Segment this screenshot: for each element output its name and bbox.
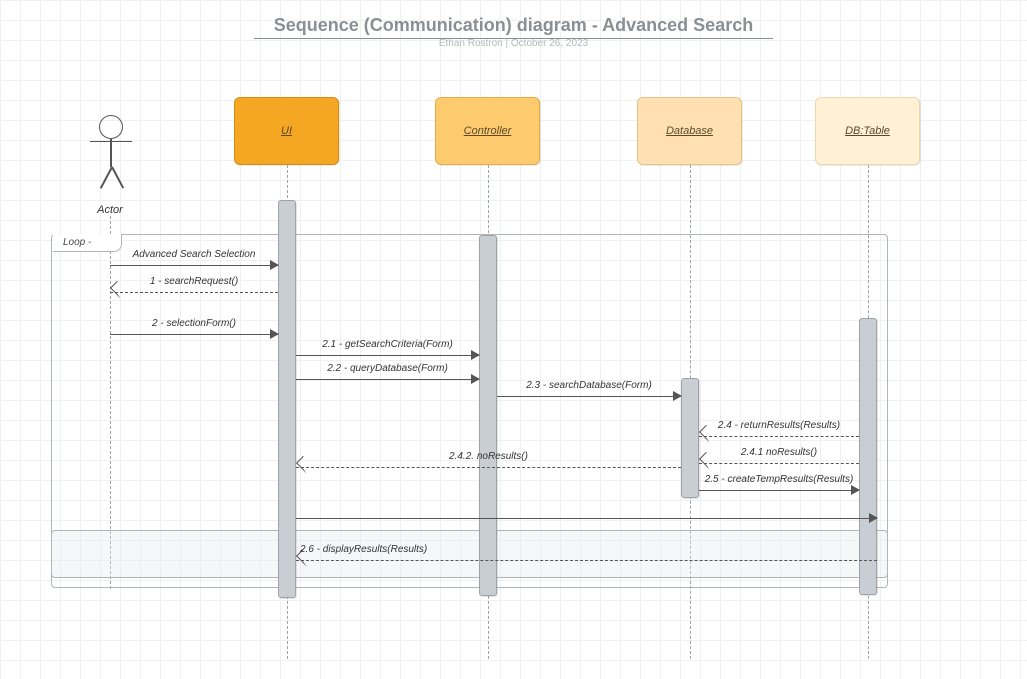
diagram-title: Sequence (Communication) diagram - Advan…	[0, 15, 1027, 39]
msg-no-results-241[interactable]: 2.4.1 noResults()	[699, 453, 859, 467]
activation-controller[interactable]	[479, 235, 497, 596]
msg-label: 2.2 - queryDatabase(Form)	[296, 363, 479, 374]
msg-label: 2 - selectionForm()	[110, 318, 278, 329]
msg-create-temp-results[interactable]: 2.5 - createTempResults(Results)	[699, 480, 859, 494]
lifeline-controller[interactable]: Controller	[435, 97, 540, 165]
msg-label: Advanced Search Selection	[110, 249, 278, 260]
msg-label: 2.4.2. noResults()	[296, 451, 681, 462]
diagram-subtitle: Ethan Rostron | October 26, 2023	[0, 38, 1027, 49]
activation-database[interactable]	[681, 378, 699, 498]
msg-search-database[interactable]: 2.3 - searchDatabase(Form)	[497, 386, 681, 400]
msg-advanced-search-selection[interactable]: Advanced Search Selection	[110, 255, 278, 269]
msg-display-results[interactable]: 2.6 - displayResults(Results)	[296, 550, 877, 564]
msg-selection-form[interactable]: 2 - selectionForm()	[110, 324, 278, 338]
msg-label: 2.6 - displayResults(Results)	[300, 544, 877, 555]
msg-return-results[interactable]: 2.4 - returnResults(Results)	[699, 426, 859, 440]
lifeline-dbtable[interactable]: DB:Table	[815, 97, 920, 165]
msg-label: 2.1 - getSearchCriteria(Form)	[296, 339, 479, 350]
msg-label: 2.4.1 noResults()	[699, 447, 859, 458]
actor-label: Actor	[80, 204, 140, 216]
msg-no-results-242[interactable]: 2.4.2. noResults()	[296, 457, 681, 471]
msg-get-search-criteria[interactable]: 2.1 - getSearchCriteria(Form)	[296, 345, 479, 359]
msg-search-request[interactable]: 1 - searchRequest()	[110, 282, 278, 296]
msg-label: 2.3 - searchDatabase(Form)	[497, 380, 681, 391]
msg-label: 2.4 - returnResults(Results)	[699, 420, 859, 431]
activation-ui[interactable]	[278, 200, 296, 598]
msg-label: 2.5 - createTempResults(Results)	[699, 474, 859, 485]
actor-icon[interactable]	[93, 115, 129, 195]
lifeline-ui[interactable]: UI	[234, 97, 339, 165]
msg-band-top[interactable]	[296, 508, 877, 522]
lifeline-database[interactable]: Database	[637, 97, 742, 165]
msg-query-database[interactable]: 2.2 - queryDatabase(Form)	[296, 369, 479, 383]
msg-label: 1 - searchRequest()	[110, 276, 278, 287]
